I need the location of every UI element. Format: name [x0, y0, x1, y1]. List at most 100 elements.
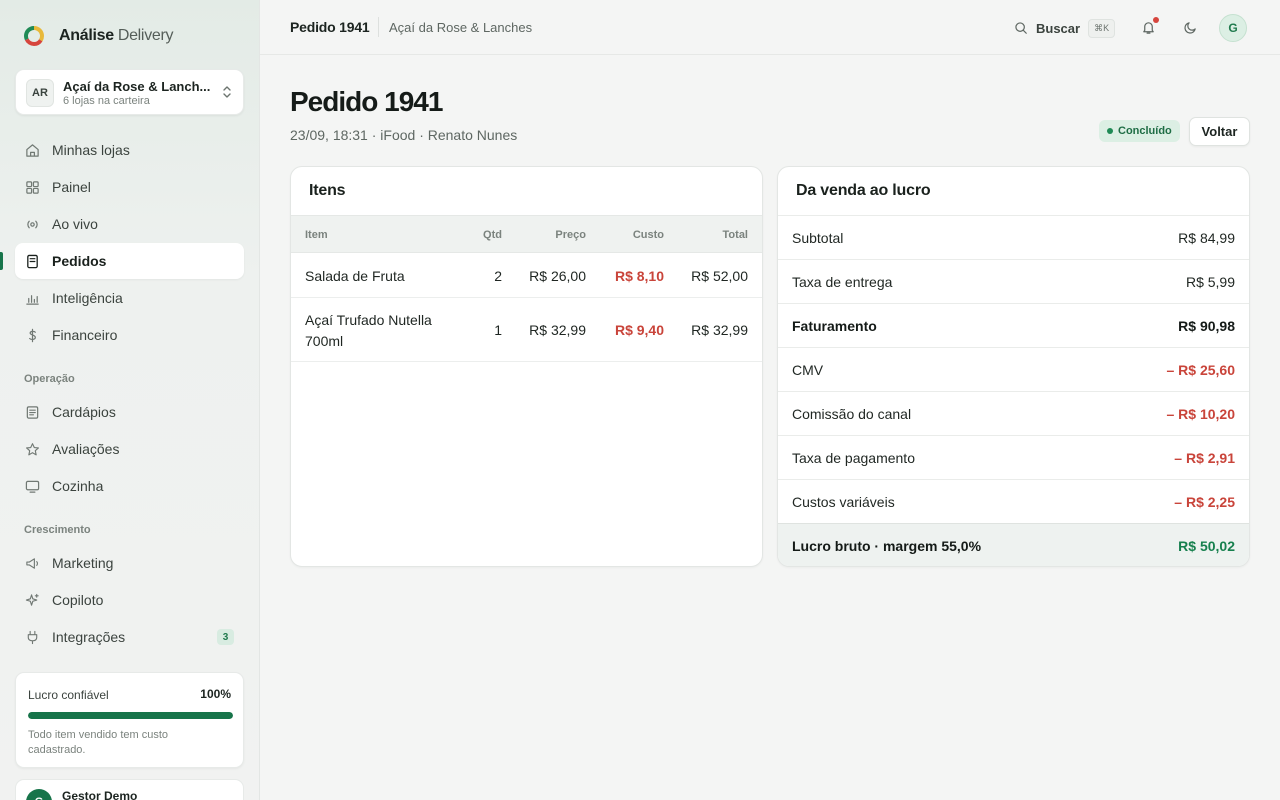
col-qty: Qtd	[483, 229, 502, 241]
nav-label: Minhas lojas	[52, 142, 130, 158]
nav-item-financeiro[interactable]: Financeiro	[15, 317, 244, 353]
nav-label: Avaliações	[52, 441, 120, 457]
search-shortcut: ⌘K	[1088, 18, 1116, 38]
item-name: Açaí Trufado Nutella 700ml	[305, 312, 432, 349]
brand[interactable]: Análise Delivery	[23, 24, 174, 48]
profit-row-delivery-fee: Taxa de entrega R$ 5,99	[778, 259, 1249, 303]
receipt-icon	[27, 254, 38, 269]
trust-progress-fill	[28, 712, 233, 719]
bar-chart-icon	[26, 295, 39, 305]
profit-label: Custos variáveis	[792, 494, 895, 510]
gross-profit-value: R$ 50,02	[1178, 538, 1235, 554]
store-name: Açaí da Rose & Lanch...	[63, 79, 211, 94]
col-total: Total	[722, 229, 748, 241]
sale-to-profit-card: Da venda ao lucro Subtotal R$ 84,99 Taxa…	[777, 166, 1250, 567]
trust-percent: 100%	[200, 687, 231, 701]
user-menu[interactable]: G Gestor Demo	[15, 779, 244, 800]
profit-value: – R$ 10,20	[1166, 406, 1236, 422]
profit-value: – R$ 25,60	[1166, 362, 1236, 378]
profit-value: – R$ 2,25	[1174, 494, 1235, 510]
brand-suffix: Delivery	[117, 27, 174, 44]
nav-label: Ao vivo	[52, 216, 98, 232]
user-name: Gestor Demo	[62, 789, 138, 800]
profit-label: CMV	[792, 362, 824, 378]
store-switcher[interactable]: AR Açaí da Rose & Lanch... 6 lojas na ca…	[15, 69, 244, 115]
nav-item-minhas-lojas[interactable]: Minhas lojas	[15, 132, 244, 168]
nav-section-crescimento: Crescimento	[24, 524, 91, 536]
sparkle-icon	[25, 593, 39, 606]
search-icon	[1015, 22, 1027, 34]
user-avatar: G	[26, 789, 52, 800]
breadcrumb-divider	[378, 17, 379, 37]
item-cost: R$ 9,40	[614, 322, 664, 338]
table-row[interactable]: Açaí Trufado Nutella 700ml 1 R$ 32,99 R$…	[291, 298, 762, 362]
grid-icon	[26, 181, 39, 194]
order-meta: 23/09, 18:31 · iFood · Renato Nunes	[290, 127, 518, 143]
nav-item-ao-vivo[interactable]: Ao vivo	[15, 206, 244, 242]
active-indicator	[0, 252, 3, 270]
menu-doc-icon	[26, 406, 39, 419]
chevron-up-down-icon	[223, 86, 231, 98]
page-title: Pedido 1941	[290, 86, 443, 117]
breadcrumb-title: Pedido 1941	[290, 19, 370, 35]
profit-value: – R$ 2,91	[1174, 450, 1235, 466]
store-subtitle: 6 lojas na carteira	[63, 95, 150, 107]
nav-item-cozinha[interactable]: Cozinha	[15, 468, 244, 504]
item-total: R$ 32,99	[691, 322, 748, 338]
breadcrumb-store: Açaí da Rose & Lanches	[389, 20, 533, 35]
nav-label: Inteligência	[52, 290, 123, 306]
nav-label: Painel	[52, 179, 91, 195]
search-button[interactable]: Buscar ⌘K	[1014, 16, 1116, 40]
notification-dot	[1153, 17, 1159, 23]
profit-row-subtotal: Subtotal R$ 84,99	[778, 215, 1249, 259]
item-price: R$ 32,99	[529, 322, 586, 338]
topbar: Pedido 1941 Açaí da Rose & Lanches Busca…	[260, 0, 1280, 55]
account-avatar[interactable]: G	[1219, 14, 1247, 42]
nav-label: Marketing	[52, 555, 114, 571]
item-qty: 1	[494, 322, 502, 338]
trust-label: Lucro confiável	[28, 688, 109, 702]
broadcast-icon	[27, 220, 38, 229]
nav-item-avaliacoes[interactable]: Avaliações	[15, 431, 244, 467]
profit-row-variable-costs: Custos variáveis – R$ 2,25	[778, 479, 1249, 523]
nav-item-copiloto[interactable]: Copiloto	[15, 582, 244, 618]
nav-section-operacao: Operação	[24, 373, 75, 385]
item-qty: 2	[494, 268, 502, 284]
star-icon	[26, 443, 39, 456]
profit-label: Subtotal	[792, 230, 844, 246]
nav-item-integracoes[interactable]: Integrações 3	[15, 619, 244, 655]
item-total: R$ 52,00	[691, 268, 748, 284]
nav-item-pedidos[interactable]: Pedidos	[15, 243, 244, 279]
sidebar: Análise Delivery AR Açaí da Rose & Lanch…	[0, 0, 260, 800]
nav-item-inteligencia[interactable]: Inteligência	[15, 280, 244, 316]
nav-label: Financeiro	[52, 327, 118, 343]
profit-row-cmv: CMV – R$ 25,60	[778, 347, 1249, 391]
integrations-count-badge: 3	[217, 629, 234, 645]
search-label: Buscar	[1036, 20, 1081, 36]
nav-label: Cardápios	[52, 404, 116, 420]
back-button[interactable]: Voltar	[1189, 117, 1250, 146]
profit-row-payment-fee: Taxa de pagamento – R$ 2,91	[778, 435, 1249, 479]
col-item: Item	[305, 229, 328, 241]
gross-profit-label: Lucro bruto · margem 55,0%	[792, 538, 982, 554]
profit-value: R$ 84,99	[1178, 230, 1235, 246]
nav-label: Pedidos	[52, 253, 107, 269]
profit-row-gross-profit: Lucro bruto · margem 55,0% R$ 50,02	[778, 523, 1249, 566]
col-price: Preço	[555, 229, 586, 241]
nav-item-marketing[interactable]: Marketing	[15, 545, 244, 581]
item-price: R$ 26,00	[529, 268, 586, 284]
profit-row-channel-commission: Comissão do canal – R$ 10,20	[778, 391, 1249, 435]
profit-trust-card: Lucro confiável 100% Todo item vendido t…	[15, 672, 244, 768]
profit-label: Taxa de pagamento	[792, 450, 915, 466]
item-name: Salada de Fruta	[305, 268, 405, 284]
profit-title: Da venda ao lucro	[796, 182, 931, 199]
nav-item-cardapios[interactable]: Cardápios	[15, 394, 244, 430]
plug-icon	[27, 630, 38, 645]
items-table-header: Item Qtd Preço Custo Total	[291, 215, 762, 253]
table-row[interactable]: Salada de Fruta 2 R$ 26,00 R$ 8,10 R$ 52…	[291, 254, 762, 298]
profit-label: Faturamento	[792, 318, 877, 334]
moon-icon[interactable]	[1183, 20, 1198, 35]
profit-value: R$ 5,99	[1185, 274, 1235, 290]
nav-item-painel[interactable]: Painel	[15, 169, 244, 205]
nav-label: Integrações	[52, 629, 126, 645]
